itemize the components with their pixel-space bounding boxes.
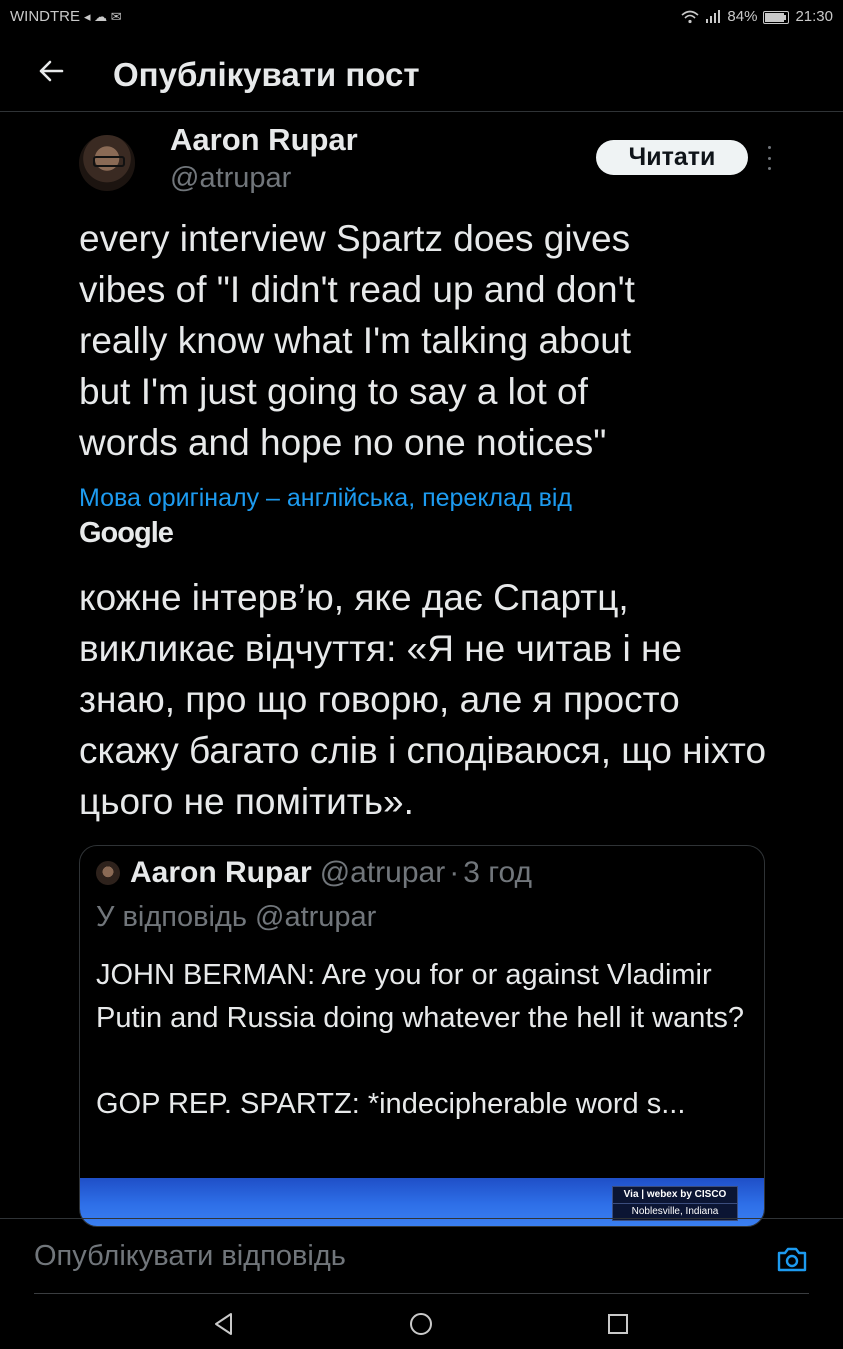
quoted-timestamp: 3 год <box>463 856 533 889</box>
reply-input[interactable] <box>34 1233 764 1279</box>
avatar[interactable] <box>79 135 135 191</box>
signal-icon <box>706 10 721 23</box>
camera-icon[interactable] <box>776 1245 808 1273</box>
battery-percent: 84% <box>727 8 758 25</box>
nav-recents-icon[interactable] <box>604 1310 632 1338</box>
battery-icon <box>763 8 790 25</box>
follow-button[interactable]: Читати <box>596 140 748 175</box>
quoted-text-line: JOHN BERMAN: Are you for or against Vlad… <box>96 959 745 1034</box>
quoted-tweet-text: JOHN BERMAN: Are you for or against Vlad… <box>96 954 746 1126</box>
author-name[interactable]: Aaron Rupar <box>170 122 358 158</box>
system-nav-bar <box>0 1296 843 1349</box>
quoted-author-name: Aaron Rupar <box>130 856 312 889</box>
tweet-author: Aaron Rupar @atrupar Читати <box>0 122 843 202</box>
quoted-tweet-header: Aaron Rupar @atrupar · 3 год <box>96 856 532 890</box>
quoted-tweet[interactable]: Aaron Rupar @atrupar · 3 год У відповідь… <box>79 845 765 1227</box>
tweet-text: every interview Spartz does gives vibes … <box>79 218 635 463</box>
nav-home-icon[interactable] <box>407 1310 435 1338</box>
back-arrow-icon[interactable] <box>34 54 68 88</box>
quoted-author-handle: @atrupar <box>319 856 446 889</box>
reply-bar <box>0 1218 843 1295</box>
separator: · <box>449 856 460 889</box>
quoted-text-line: GOP REP. SPARTZ: *indecipherable word s.… <box>96 1088 686 1120</box>
reply-underline <box>34 1293 809 1294</box>
top-bar: Опублікувати пост <box>0 36 843 112</box>
media-badge-source: Via | webex by CISCO <box>623 1189 727 1200</box>
status-bar: WINDTRE ◂ ☁ ✉ 84% 21:30 <box>0 0 843 34</box>
nav-back-icon[interactable] <box>210 1310 238 1338</box>
wifi-icon <box>681 10 699 23</box>
reply-to-label: У відповідь @atrupar <box>96 901 377 933</box>
translation-note[interactable]: Мова оригіналу – англійська, переклад ві… <box>79 482 759 514</box>
carrier-label: WINDTRE <box>10 8 80 25</box>
more-icon[interactable] <box>762 146 776 170</box>
media-badge: Via | webex by CISCO Noblesville, Indian… <box>612 1186 738 1221</box>
notification-icons: ◂ ☁ ✉ <box>84 8 122 24</box>
clock: 21:30 <box>795 8 833 25</box>
google-logo: Google <box>79 517 174 549</box>
page-title: Опублікувати пост <box>113 56 420 93</box>
quoted-avatar <box>96 861 120 885</box>
translated-text: кожне інтерв’ю, яке дає Спартц, викликає… <box>79 577 767 822</box>
author-handle[interactable]: @atrupar <box>170 162 291 195</box>
